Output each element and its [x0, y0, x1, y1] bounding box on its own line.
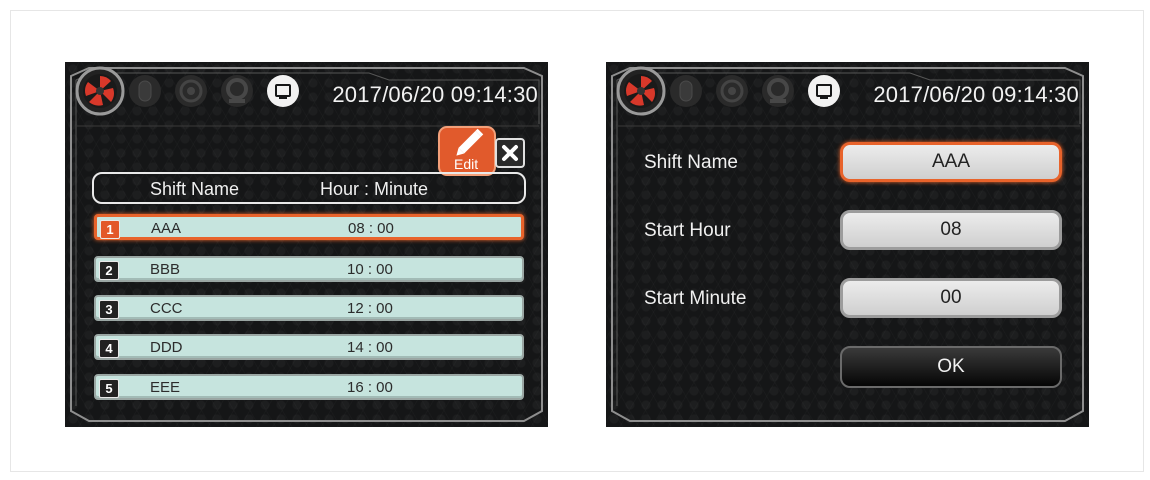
status-bar: 2017/06/20 09:14:30 [65, 62, 548, 124]
screen-icon[interactable] [806, 73, 842, 114]
row-shift-name: BBB [150, 261, 181, 278]
shift-row-4[interactable]: 4 DDD 14 : 00 [94, 334, 524, 360]
disc-icon[interactable] [714, 73, 750, 114]
row-number: 5 [99, 379, 119, 398]
edit-button[interactable]: Edit [437, 125, 497, 177]
row-time: 10 : 00 [347, 261, 393, 278]
fan-icon[interactable] [616, 66, 666, 121]
row-shift-name: AAA [151, 220, 182, 237]
row-number: 3 [99, 300, 119, 319]
status-bar: 2017/06/20 09:14:30 [606, 62, 1089, 124]
row-time: 16 : 00 [347, 379, 393, 396]
start-minute-field[interactable]: 00 [840, 278, 1062, 318]
list-header: Shift Name Hour : Minute [92, 172, 526, 204]
datetime-display: 2017/06/20 09:14:30 [332, 82, 538, 107]
row-number: 4 [99, 339, 119, 358]
shift-row-1[interactable]: 1 AAA 08 : 00 [94, 214, 524, 240]
shift-name-label: Shift Name [644, 152, 738, 173]
shift-list-screen: 2017/06/20 09:14:30 [65, 62, 548, 427]
edit-label: Edit [454, 156, 479, 172]
header-shift-name: Shift Name [150, 179, 240, 199]
start-hour-label: Start Hour [644, 220, 731, 241]
row-time: 14 : 00 [347, 339, 393, 356]
shift-row-2[interactable]: 2 BBB 10 : 00 [94, 256, 524, 282]
fan-icon[interactable] [75, 66, 125, 121]
shift-row-3[interactable]: 3 CCC 12 : 00 [94, 295, 524, 321]
screen-icon[interactable] [265, 73, 301, 114]
shift-row-5[interactable]: 5 EEE 16 : 00 [94, 374, 524, 400]
mouse-icon[interactable] [127, 73, 163, 114]
row-time: 12 : 00 [347, 300, 393, 317]
row-number: 2 [99, 261, 119, 280]
close-icon [495, 138, 525, 168]
disc-icon[interactable] [173, 73, 209, 114]
row-shift-name: CCC [150, 300, 183, 317]
close-button[interactable] [495, 138, 525, 168]
datetime-display: 2017/06/20 09:14:30 [873, 82, 1079, 107]
shift-name-field[interactable]: AAA [840, 142, 1062, 182]
header-hour-minute: Hour : Minute [320, 179, 429, 199]
mouse-icon[interactable] [668, 73, 704, 114]
row-number: 1 [100, 220, 120, 239]
start-hour-field[interactable]: 08 [840, 210, 1062, 250]
row-shift-name: DDD [150, 339, 183, 356]
row-shift-name: EEE [150, 379, 181, 396]
ok-button[interactable]: OK [840, 346, 1062, 388]
gear-icon[interactable] [760, 73, 796, 114]
start-minute-label: Start Minute [644, 288, 747, 309]
row-time: 08 : 00 [348, 220, 394, 237]
gear-icon[interactable] [219, 73, 255, 114]
